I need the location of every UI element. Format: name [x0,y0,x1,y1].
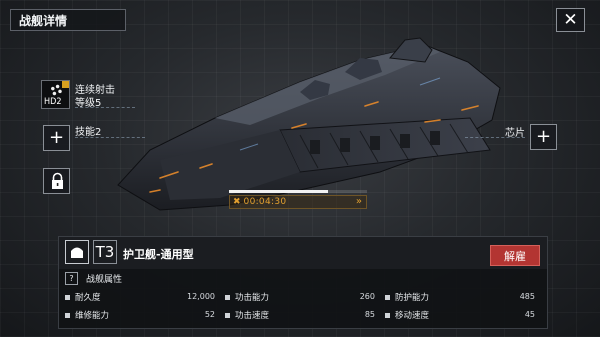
stat-durability: 耐久度 12,000 [65,290,215,304]
repair-progress-fill [229,190,329,193]
bullet-icon [65,294,70,300]
stat-label: 防护能力 [395,293,430,303]
stat-repair: 维修能力 52 [65,308,215,322]
plus-icon: + [48,127,65,148]
stat-label: 功击速度 [235,311,270,321]
ship-type-icon [65,240,89,264]
stat-value: 260 [359,292,375,301]
skill-code: HD2 [44,97,62,107]
add-chip-button[interactable]: + [530,124,557,150]
stat-attack-speed: 功击速度 85 [225,308,375,322]
stat-value: 45 [524,310,535,319]
skill-icon[interactable]: HD2 [41,80,70,109]
bullet-icon [225,312,230,318]
skill-connector [75,107,135,108]
repair-progress-bar [229,190,367,193]
stat-move-speed: 移动速度 45 [385,308,535,322]
repair-timer: ✖ 00:04:30 » [229,195,367,209]
stat-value: 12,000 [187,292,215,301]
help-icon[interactable]: ? [65,271,78,285]
stat-attack: 功击能力 260 [225,290,375,304]
page-title: 战舰详情 [10,9,126,31]
dismiss-button[interactable]: 解雇 [490,245,540,266]
skill2-connector [75,137,145,138]
ship-tier: T3 [93,240,117,264]
stat-value: 52 [204,310,215,319]
bullet-icon [225,294,230,300]
stat-label: 耐久度 [75,293,101,303]
lock-icon [52,172,63,189]
fast-forward-icon[interactable]: » [356,196,362,207]
plus-icon: + [535,126,552,147]
stat-label: 功击能力 [235,293,270,303]
attributes-title: 战舰属性 [86,274,123,285]
close-icon: ✕ [563,9,578,30]
stat-value: 85 [364,310,375,319]
wrench-icon: ✖ [233,197,241,207]
ship-info-panel: T3 护卫舰-通用型 解雇 ? 战舰属性 耐久度 12,000 功击能力 260… [58,236,548,329]
shield-icon [71,247,83,258]
chip-connector [465,137,525,138]
locked-slot[interactable] [43,168,70,194]
stat-defense: 防护能力 485 [385,290,535,304]
timer-value: 00:04:30 [243,197,287,207]
attributes-header: ? 战舰属性 [65,271,122,285]
stat-value: 485 [519,292,535,301]
close-button[interactable]: ✕ [556,8,585,32]
skill2-label: 技能2 [75,127,102,138]
bullet-icon [385,294,390,300]
skill-badge-corner [62,81,69,88]
add-skill2-button[interactable]: + [43,125,70,151]
stat-label: 维修能力 [75,311,110,321]
bullet-icon [385,312,390,318]
stat-label: 移动速度 [395,311,430,321]
ship-name: 护卫舰-通用型 [123,248,194,261]
bullet-icon [65,312,70,318]
